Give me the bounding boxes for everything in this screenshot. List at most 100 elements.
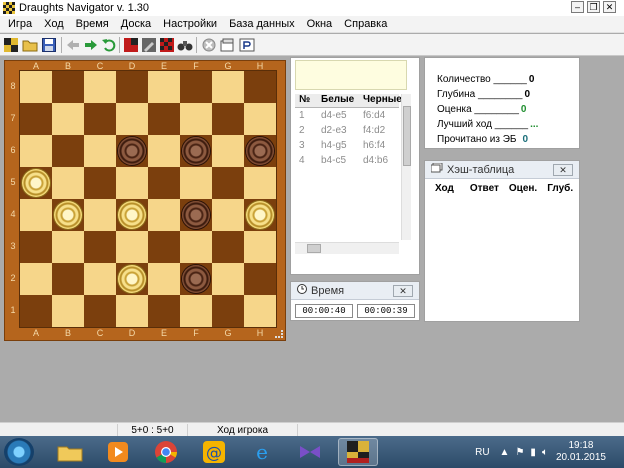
square-d5[interactable] — [116, 167, 148, 199]
forward-arrow-icon[interactable] — [82, 36, 100, 54]
square-f7[interactable] — [180, 103, 212, 135]
square-b2[interactable] — [52, 263, 84, 295]
square-b5[interactable] — [52, 167, 84, 199]
square-c3[interactable] — [84, 231, 116, 263]
board-color-icon[interactable] — [122, 36, 140, 54]
square-b6[interactable] — [52, 135, 84, 167]
media-player-icon[interactable] — [98, 438, 138, 466]
close-icon[interactable]: ✕ — [393, 285, 413, 297]
flag-icon[interactable]: ⚑ — [515, 447, 524, 458]
menu-help[interactable]: Справка — [338, 18, 393, 30]
menu-windows[interactable]: Окна — [301, 18, 339, 30]
start-button[interactable] — [4, 438, 34, 466]
square-e5[interactable] — [148, 167, 180, 199]
square-h5[interactable] — [244, 167, 276, 199]
square-f4[interactable] — [180, 199, 212, 231]
black-piece[interactable] — [182, 137, 210, 165]
undo-icon[interactable] — [100, 36, 118, 54]
square-b3[interactable] — [52, 231, 84, 263]
square-a1[interactable] — [20, 295, 52, 327]
square-d7[interactable] — [116, 103, 148, 135]
table-row[interactable]: 2 d2-e3 f4:d2 — [295, 123, 399, 138]
square-c6[interactable] — [84, 135, 116, 167]
square-a8[interactable] — [20, 71, 52, 103]
square-b1[interactable] — [52, 295, 84, 327]
square-c5[interactable] — [84, 167, 116, 199]
square-a7[interactable] — [20, 103, 52, 135]
square-e2[interactable] — [148, 263, 180, 295]
white-piece[interactable] — [22, 169, 50, 197]
square-h7[interactable] — [244, 103, 276, 135]
menu-board[interactable]: Доска — [115, 18, 157, 30]
black-piece[interactable] — [182, 201, 210, 229]
white-piece[interactable] — [54, 201, 82, 229]
white-piece[interactable] — [118, 201, 146, 229]
back-arrow-icon[interactable] — [64, 36, 82, 54]
square-a6[interactable] — [20, 135, 52, 167]
edit-board-icon[interactable] — [140, 36, 158, 54]
arrow-up-icon[interactable]: ▲ — [500, 447, 510, 458]
square-b8[interactable] — [52, 71, 84, 103]
square-g2[interactable] — [212, 263, 244, 295]
table-row[interactable]: 1 d4-e5 f6:d4 — [295, 108, 399, 123]
visual-studio-icon[interactable] — [290, 438, 330, 466]
table-row[interactable]: 4 b4-c5 d4:b6 — [295, 153, 399, 168]
square-g6[interactable] — [212, 135, 244, 167]
close-icon[interactable]: ✕ — [553, 164, 573, 176]
square-c2[interactable] — [84, 263, 116, 295]
square-h2[interactable] — [244, 263, 276, 295]
binoculars-icon[interactable] — [176, 36, 194, 54]
square-c7[interactable] — [84, 103, 116, 135]
square-g5[interactable] — [212, 167, 244, 199]
open-icon[interactable] — [21, 36, 39, 54]
menu-time[interactable]: Время — [70, 18, 115, 30]
checker-pattern-icon[interactable] — [158, 36, 176, 54]
save-icon[interactable] — [40, 36, 58, 54]
tray-clock[interactable]: 19:18 20.01.2015 — [556, 440, 606, 464]
menu-settings[interactable]: Настройки — [157, 18, 223, 30]
white-piece[interactable] — [118, 265, 146, 293]
square-e6[interactable] — [148, 135, 180, 167]
stop-icon[interactable] — [200, 36, 218, 54]
white-piece[interactable] — [246, 201, 274, 229]
menu-database[interactable]: База данных — [223, 18, 301, 30]
square-d6[interactable] — [116, 135, 148, 167]
menu-game[interactable]: Игра — [2, 18, 38, 30]
square-g4[interactable] — [212, 199, 244, 231]
square-d1[interactable] — [116, 295, 148, 327]
square-a5[interactable] — [20, 167, 52, 199]
square-c4[interactable] — [84, 199, 116, 231]
square-f8[interactable] — [180, 71, 212, 103]
network-icon[interactable]: ▮ — [530, 447, 536, 458]
draughts-icon[interactable] — [338, 438, 378, 466]
square-g1[interactable] — [212, 295, 244, 327]
minimize-button[interactable]: – — [571, 1, 584, 13]
square-h4[interactable] — [244, 199, 276, 231]
square-d8[interactable] — [116, 71, 148, 103]
square-b7[interactable] — [52, 103, 84, 135]
black-piece[interactable] — [118, 137, 146, 165]
square-g3[interactable] — [212, 231, 244, 263]
square-b4[interactable] — [52, 199, 84, 231]
table-row[interactable]: 3 h4-g5 h6:f4 — [295, 138, 399, 153]
square-e7[interactable] — [148, 103, 180, 135]
ie-icon[interactable]: e — [242, 438, 282, 466]
square-e1[interactable] — [148, 295, 180, 327]
square-g8[interactable] — [212, 71, 244, 103]
square-d3[interactable] — [116, 231, 148, 263]
resize-grip[interactable] — [275, 330, 283, 338]
square-c8[interactable] — [84, 71, 116, 103]
square-h8[interactable] — [244, 71, 276, 103]
close-button[interactable]: ✕ — [603, 1, 616, 13]
square-a4[interactable] — [20, 199, 52, 231]
moves-vertical-scrollbar[interactable] — [401, 94, 411, 240]
square-h3[interactable] — [244, 231, 276, 263]
draughts-board[interactable] — [19, 70, 277, 328]
volume-icon[interactable]: 🔈︎ — [542, 447, 548, 458]
moves-comment-area[interactable] — [295, 60, 407, 90]
mail-icon[interactable]: @ — [194, 438, 234, 466]
square-f1[interactable] — [180, 295, 212, 327]
square-e4[interactable] — [148, 199, 180, 231]
square-f2[interactable] — [180, 263, 212, 295]
square-a3[interactable] — [20, 231, 52, 263]
